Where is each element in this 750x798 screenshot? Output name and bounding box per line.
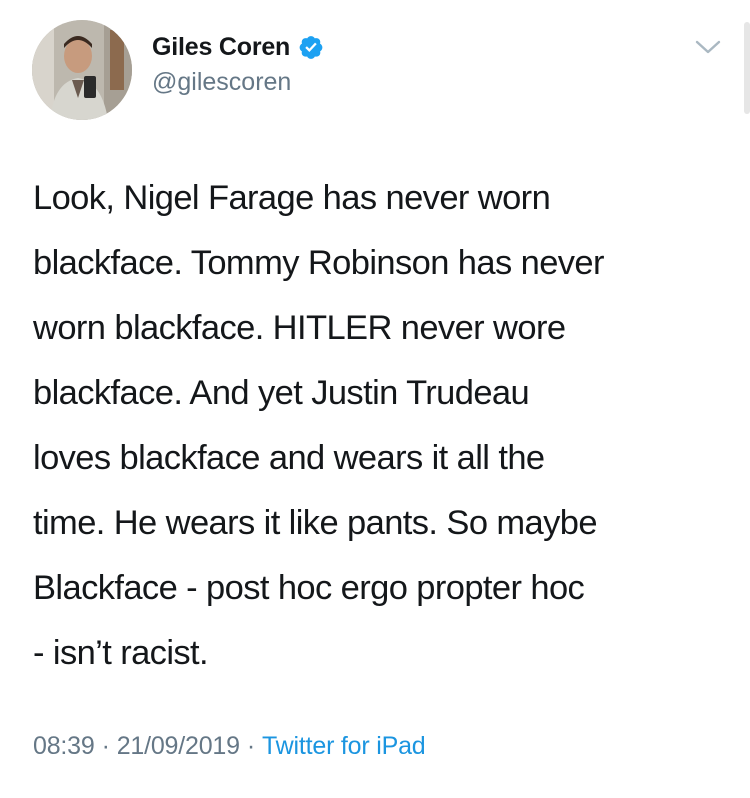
tweet-meta: 08:39 · 21/09/2019 · Twitter for iPad <box>33 732 426 761</box>
tweet-source-link[interactable]: Twitter for iPad <box>262 732 426 761</box>
tweet-time[interactable]: 08:39 <box>33 732 95 761</box>
author-name-row: Giles Coren <box>152 30 324 64</box>
tweet-text: Look, Nigel Farage has never worn blackf… <box>33 179 605 672</box>
tweet-date[interactable]: 21/09/2019 <box>117 732 240 761</box>
tweet-card: Giles Coren @gilescoren Look, Nigel Fara… <box>0 0 750 798</box>
chevron-down-icon[interactable] <box>692 36 724 58</box>
avatar-photo <box>32 20 132 120</box>
meta-separator: · <box>101 732 110 760</box>
scrollbar[interactable] <box>744 22 750 114</box>
author-display-name[interactable]: Giles Coren <box>152 33 290 62</box>
author-handle[interactable]: @gilescoren <box>152 68 291 97</box>
verified-badge-icon <box>298 34 324 60</box>
meta-separator: · <box>246 732 255 760</box>
author-avatar[interactable] <box>32 20 132 120</box>
